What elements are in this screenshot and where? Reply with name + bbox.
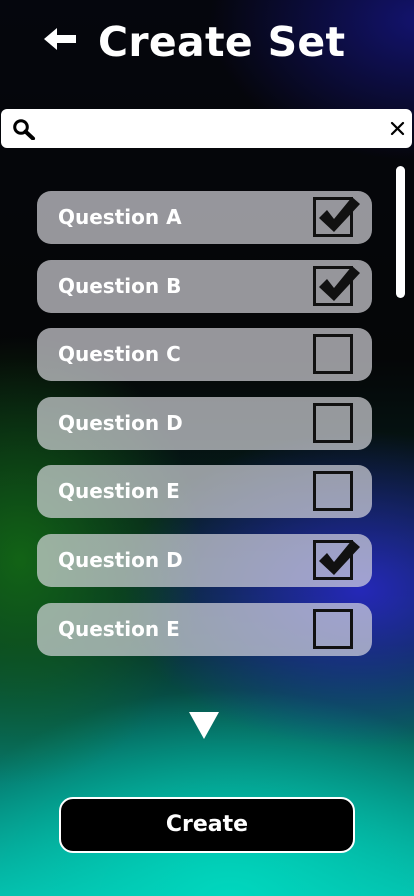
question-label: Question E [58, 616, 180, 641]
question-checkbox[interactable] [313, 197, 360, 237]
question-checkbox[interactable] [313, 334, 353, 375]
triangle-down-icon[interactable] [187, 710, 221, 740]
question-item[interactable]: Question D [37, 533, 372, 587]
question-item[interactable]: Question A [37, 191, 372, 244]
question-item[interactable]: Question B [37, 259, 372, 313]
question-checkbox[interactable] [313, 608, 353, 649]
question-checkbox[interactable] [313, 471, 353, 512]
question-label: Question E [58, 479, 180, 504]
question-item[interactable]: Question C [37, 328, 372, 382]
header: Create Set [0, 0, 414, 90]
question-checkbox[interactable] [313, 402, 353, 443]
close-icon[interactable] [389, 120, 406, 137]
create-button[interactable]: Create [59, 797, 355, 853]
question-item[interactable]: Question E [37, 602, 372, 656]
question-checkbox[interactable] [313, 539, 360, 580]
question-label: Question D [58, 547, 183, 572]
question-checkbox[interactable] [313, 265, 360, 306]
search-icon [13, 119, 35, 140]
question-label: Question A [58, 205, 182, 229]
question-label: Question B [58, 273, 182, 298]
scrollbar[interactable] [396, 166, 405, 298]
question-item[interactable]: Question D [37, 396, 372, 450]
checkmark-icon [319, 265, 360, 301]
search-bar [1, 109, 412, 148]
question-label: Question D [58, 410, 183, 435]
arrow-left-icon [44, 28, 76, 50]
search-input[interactable] [43, 113, 373, 145]
question-item[interactable]: Question E [37, 465, 372, 519]
checkmark-icon [319, 539, 360, 575]
checkmark-icon [319, 197, 360, 232]
page-title: Create Set [98, 18, 346, 66]
question-label: Question C [58, 342, 181, 367]
back-button[interactable] [38, 20, 82, 58]
question-list: Question A Question B Question C Questio… [37, 191, 372, 671]
